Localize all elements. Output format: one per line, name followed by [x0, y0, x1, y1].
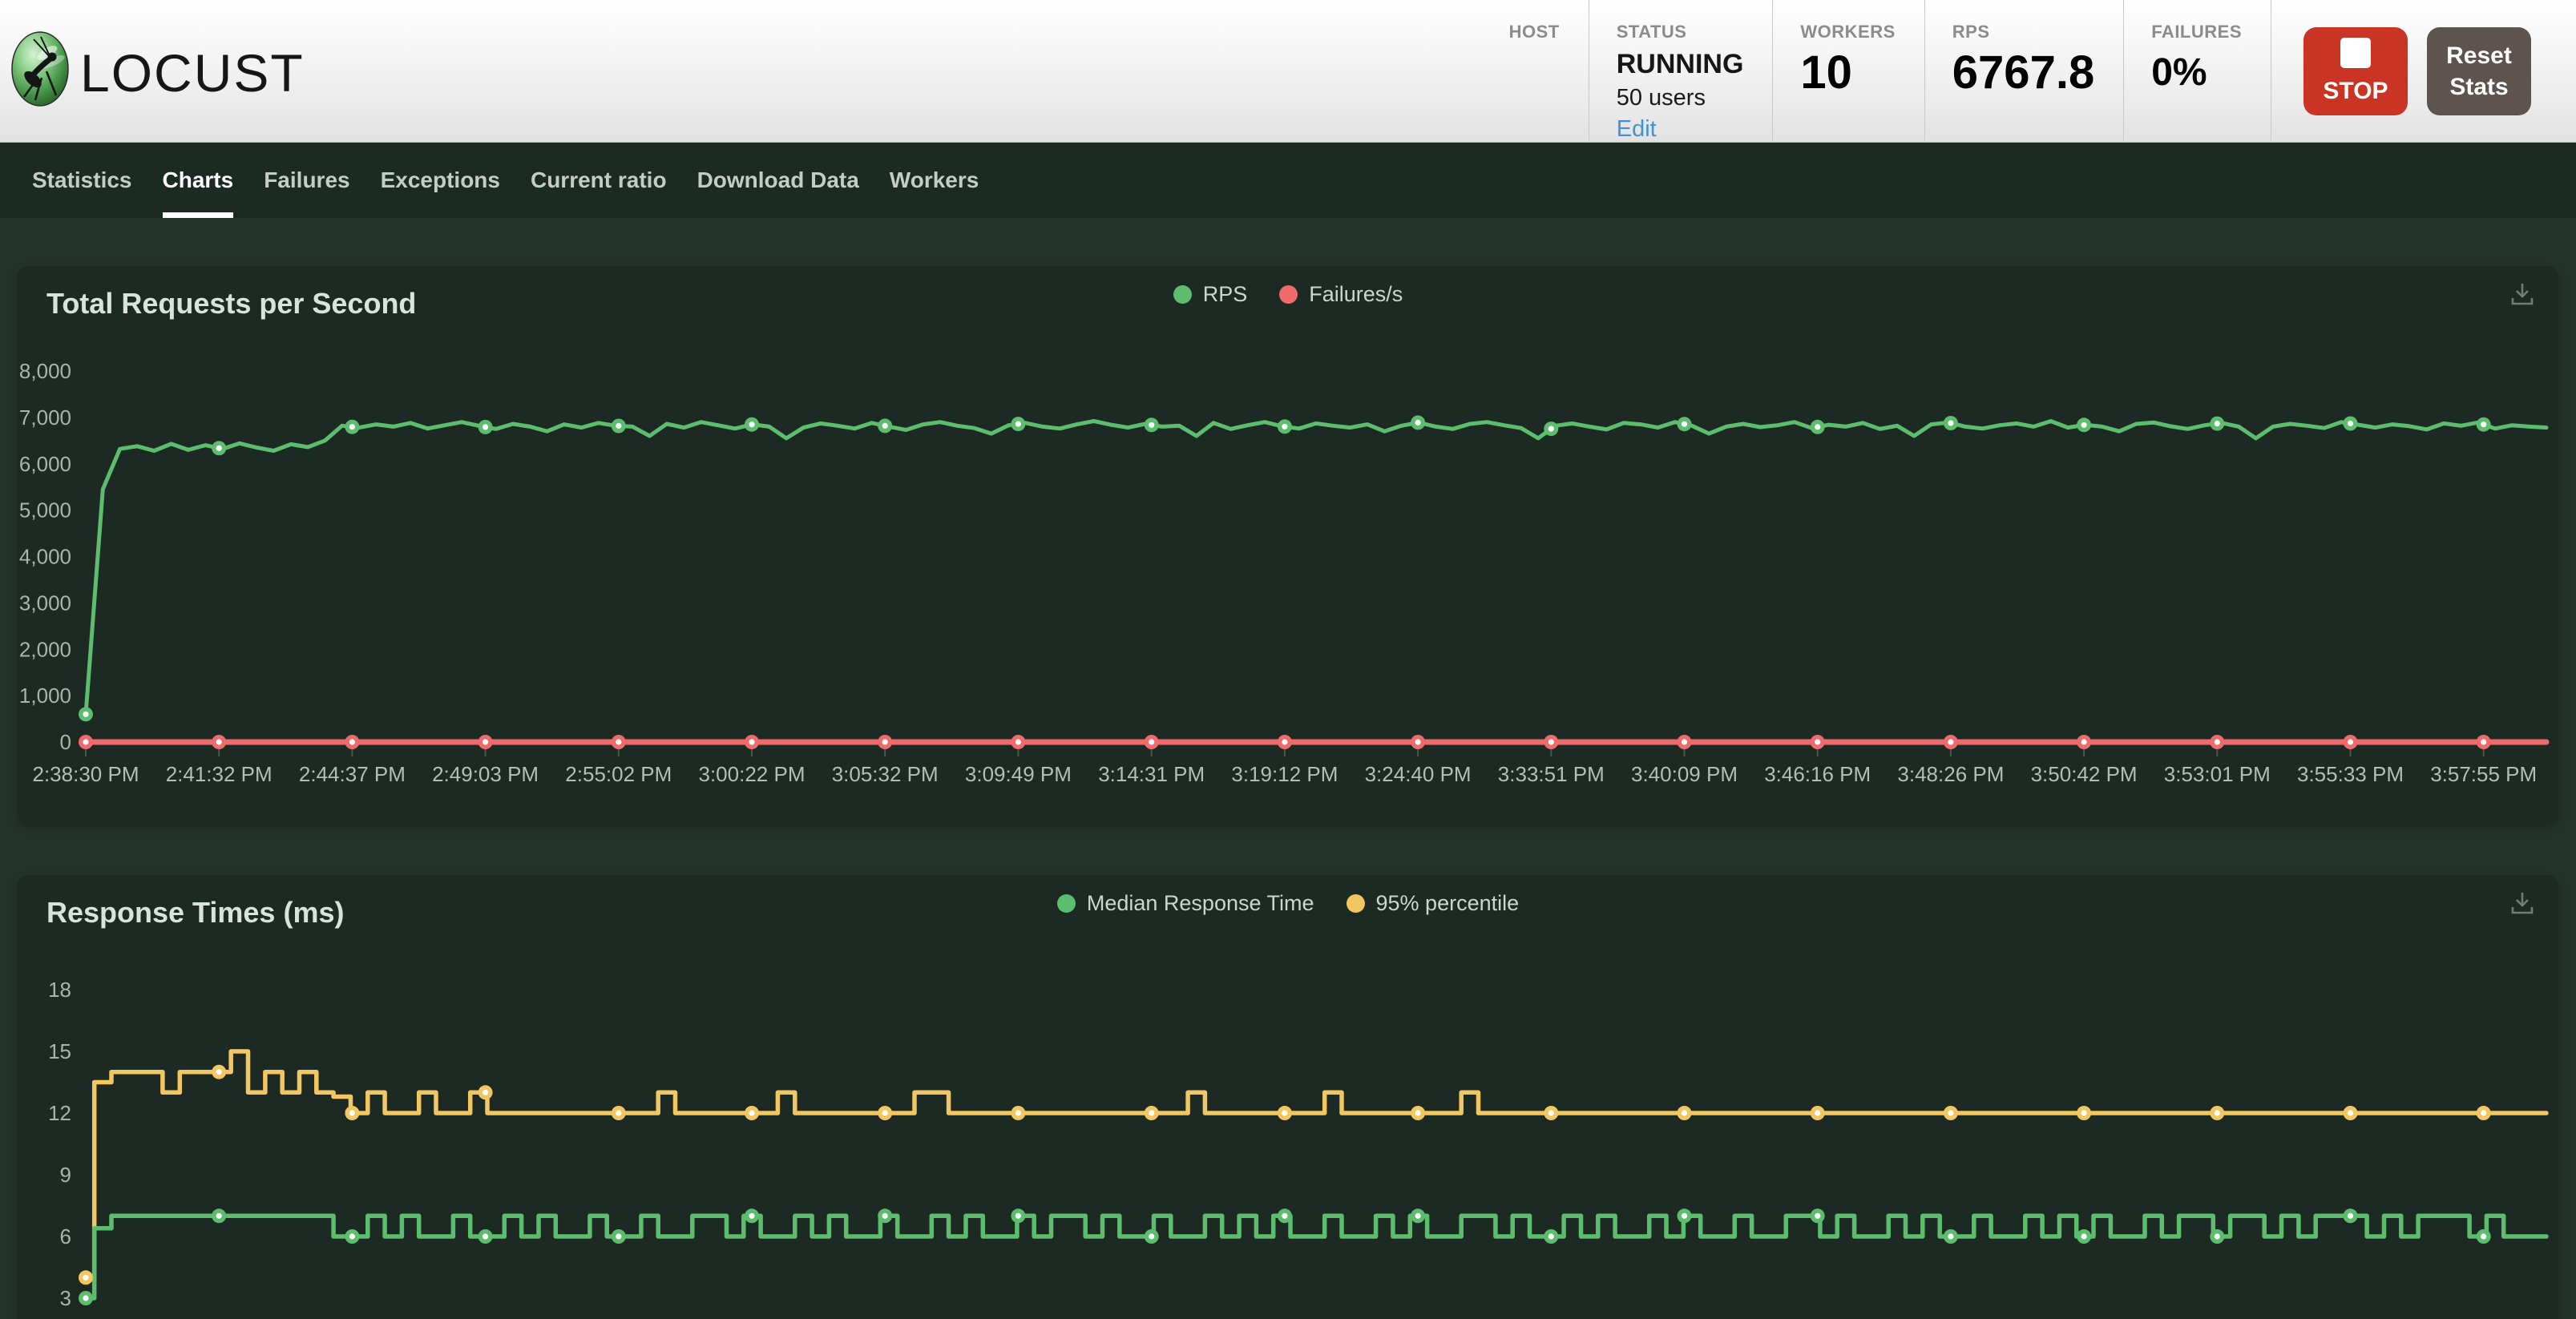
svg-text:3:46:16 PM: 3:46:16 PM	[1764, 762, 1871, 786]
legend-item-rps[interactable]: RPS	[1173, 282, 1248, 307]
host-label: HOST	[1509, 22, 1560, 42]
header-stats: HOST STATUS RUNNING 50 users Edit WORKER…	[1482, 0, 2271, 143]
rps-value: 6767.8	[1952, 49, 2094, 98]
median-legend-label: Median Response Time	[1087, 891, 1314, 916]
svg-text:8,000: 8,000	[19, 359, 71, 383]
svg-text:3:55:33 PM: 3:55:33 PM	[2297, 762, 2404, 786]
svg-text:1,000: 1,000	[19, 684, 71, 708]
median-legend-dot-icon	[1057, 894, 1076, 913]
reset-button-label-1: Reset	[2446, 40, 2512, 71]
stop-button[interactable]: STOP	[2303, 27, 2408, 115]
svg-text:3:48:26 PM: 3:48:26 PM	[1897, 762, 2004, 786]
legend-item-p95[interactable]: 95% percentile	[1347, 891, 1520, 916]
workers-label: WORKERS	[1800, 22, 1895, 42]
svg-text:12: 12	[48, 1101, 71, 1125]
status-value: RUNNING	[1617, 49, 1744, 80]
header-buttons: STOP Reset Stats	[2303, 27, 2531, 115]
rps-chart-panel: 0 1,000 2,000 3,000 4,000 5,000 6,000 7,000 8,00…	[18, 266, 2558, 825]
svg-text:3:33:51 PM: 3:33:51 PM	[1498, 762, 1605, 786]
main-nav: Statistics Charts Failures Exceptions Curren…	[0, 143, 2576, 218]
legend-item-median[interactable]: Median Response Time	[1057, 891, 1314, 916]
rps-label: RPS	[1952, 22, 1990, 42]
logo[interactable]: LOCUST	[11, 31, 305, 111]
tab-workers[interactable]: Workers	[890, 143, 979, 218]
svg-text:3,000: 3,000	[19, 591, 71, 615]
p95-legend-label: 95% percentile	[1376, 891, 1520, 916]
tab-statistics[interactable]: Statistics	[32, 143, 132, 218]
svg-text:2:38:30 PM: 2:38:30 PM	[33, 762, 139, 786]
tab-charts[interactable]: Charts	[163, 143, 234, 218]
svg-text:2:41:32 PM: 2:41:32 PM	[166, 762, 273, 786]
tab-failures[interactable]: Failures	[264, 143, 349, 218]
reset-stats-button[interactable]: Reset Stats	[2427, 27, 2531, 115]
logo-text: LOCUST	[80, 42, 305, 103]
response-times-chart: 3 6 9 12 15 18	[18, 875, 2558, 1319]
edit-link[interactable]: Edit	[1617, 116, 1657, 143]
stat-status: STATUS RUNNING 50 users Edit	[1589, 0, 1774, 143]
svg-text:3:14:31 PM: 3:14:31 PM	[1098, 762, 1205, 786]
download-chart-icon[interactable]	[2509, 889, 2536, 921]
svg-text:3:09:49 PM: 3:09:49 PM	[965, 762, 1072, 786]
rps-chart: 0 1,000 2,000 3,000 4,000 5,000 6,000 7,000 8,00…	[18, 266, 2558, 825]
response-times-chart-panel: 3 6 9 12 15 18 Response Times (ms) Median Res…	[18, 875, 2558, 1319]
svg-text:3:57:55 PM: 3:57:55 PM	[2430, 762, 2537, 786]
failures-label: FAILURES	[2151, 22, 2242, 42]
svg-text:9: 9	[60, 1163, 71, 1187]
tab-current-ratio[interactable]: Current ratio	[531, 143, 667, 218]
failures-value: 0%	[2151, 50, 2207, 95]
stop-square-icon	[2340, 38, 2371, 68]
svg-text:3:50:42 PM: 3:50:42 PM	[2031, 762, 2138, 786]
response-times-chart-title: Response Times (ms)	[46, 896, 344, 930]
svg-text:3:24:40 PM: 3:24:40 PM	[1365, 762, 1472, 786]
svg-text:5,000: 5,000	[19, 498, 71, 522]
stat-failures: FAILURES 0%	[2124, 0, 2271, 143]
stat-workers: WORKERS 10	[1773, 0, 1924, 143]
svg-text:3:00:22 PM: 3:00:22 PM	[699, 762, 806, 786]
status-users: 50 users	[1617, 85, 1706, 111]
app-header: LOCUST HOST STATUS RUNNING 50 users Edit…	[0, 0, 2576, 143]
tab-exceptions[interactable]: Exceptions	[381, 143, 500, 218]
workers-value: 10	[1800, 49, 1852, 98]
svg-text:15: 15	[48, 1039, 71, 1063]
stat-host: HOST	[1482, 0, 1589, 143]
p95-legend-dot-icon	[1347, 894, 1365, 913]
svg-text:3:19:12 PM: 3:19:12 PM	[1231, 762, 1338, 786]
svg-text:3:40:09 PM: 3:40:09 PM	[1631, 762, 1738, 786]
failures-legend-dot-icon	[1279, 285, 1298, 304]
svg-text:6: 6	[60, 1224, 71, 1248]
svg-text:2,000: 2,000	[19, 637, 71, 661]
locust-app: { "header": { "logo_text": "LOCUST", "st…	[0, 0, 2576, 1319]
rps-legend-dot-icon	[1173, 285, 1192, 304]
svg-text:7,000: 7,000	[19, 405, 71, 430]
svg-text:2:55:02 PM: 2:55:02 PM	[565, 762, 672, 786]
svg-text:18: 18	[48, 978, 71, 1002]
rps-legend-label: RPS	[1203, 282, 1248, 307]
svg-text:4,000: 4,000	[19, 545, 71, 569]
svg-text:3:05:32 PM: 3:05:32 PM	[832, 762, 939, 786]
tab-download-data[interactable]: Download Data	[697, 143, 859, 218]
svg-text:2:44:37 PM: 2:44:37 PM	[299, 762, 406, 786]
legend-item-failures[interactable]: Failures/s	[1279, 282, 1403, 307]
svg-text:2:49:03 PM: 2:49:03 PM	[432, 762, 539, 786]
rps-chart-title: Total Requests per Second	[46, 287, 416, 321]
main-content: 0 1,000 2,000 3,000 4,000 5,000 6,000 7,000 8,00…	[0, 218, 2576, 1319]
svg-text:3: 3	[60, 1286, 71, 1310]
svg-text:6,000: 6,000	[19, 452, 71, 476]
locust-logo-icon	[11, 31, 69, 111]
download-chart-icon[interactable]	[2509, 280, 2536, 312]
failures-legend-label: Failures/s	[1309, 282, 1403, 307]
stop-button-label: STOP	[2323, 78, 2388, 105]
svg-text:0: 0	[60, 730, 71, 754]
reset-button-label-2: Stats	[2449, 71, 2508, 103]
stat-rps: RPS 6767.8	[1925, 0, 2124, 143]
svg-text:3:53:01 PM: 3:53:01 PM	[2164, 762, 2271, 786]
status-label: STATUS	[1617, 22, 1687, 42]
